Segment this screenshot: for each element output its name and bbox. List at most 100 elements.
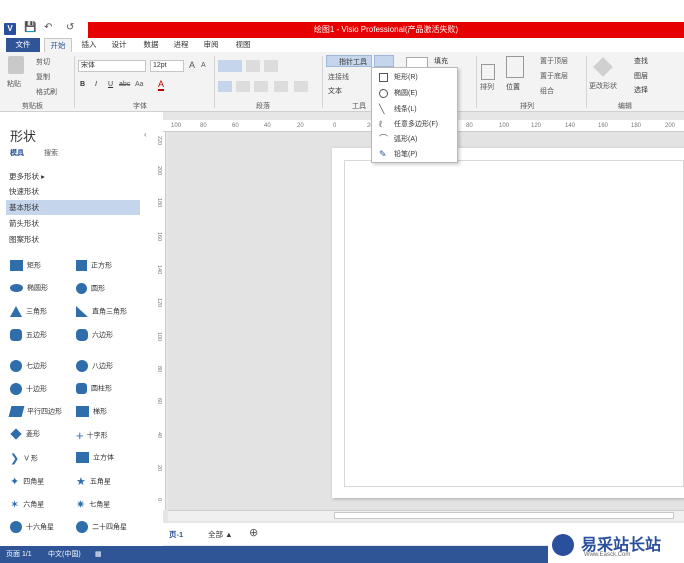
basic-shapes-item[interactable]: 基本形状	[6, 200, 140, 215]
shape-ellipse[interactable]: 椭圆形	[10, 283, 48, 293]
scrollbar-thumb[interactable]	[334, 512, 674, 519]
all-pages-label: 全部	[208, 530, 223, 539]
menu-item-arc[interactable]: ⌒ 弧形(A)	[374, 132, 457, 147]
shape-5-point-star[interactable]: ★ 五角星	[76, 475, 111, 488]
add-page-icon[interactable]: ⊕	[249, 526, 258, 539]
shape-16-point-star[interactable]: 十六角星	[10, 521, 54, 533]
align-middle-icon[interactable]	[246, 60, 260, 72]
rectangle-tool-dropdown[interactable]	[374, 55, 394, 67]
shape-parallelogram[interactable]: 平行四边形	[8, 406, 62, 417]
menu-item-pencil[interactable]: ✎ 铅笔(P)	[374, 147, 457, 162]
font-color-button[interactable]: A	[158, 79, 165, 91]
tab-design[interactable]: 设计	[106, 38, 132, 52]
connector-button[interactable]: 连接线	[328, 72, 349, 82]
change-shape-icon[interactable]	[593, 57, 613, 77]
search-tab[interactable]: 搜索	[44, 148, 58, 158]
underline-button[interactable]: U	[108, 81, 113, 88]
shape-cross[interactable]: + 十字形	[76, 428, 108, 443]
italic-button[interactable]: I	[95, 81, 97, 88]
copy-button[interactable]: 复制	[36, 72, 50, 82]
bold-button[interactable]: B	[80, 81, 85, 88]
shape-octagon[interactable]: 八边形	[76, 360, 113, 372]
send-to-back-button[interactable]: 置于底层	[540, 71, 568, 81]
font-size-field[interactable]: 12pt	[150, 60, 184, 72]
cross-icon: +	[76, 428, 84, 443]
font-name-field[interactable]: 宋体	[78, 60, 146, 72]
quick-shapes-item[interactable]: 快速形状	[6, 184, 140, 199]
undo-icon[interactable]: ↶	[44, 22, 52, 33]
cut-button[interactable]: 剪切	[36, 57, 50, 67]
select-button[interactable]: 选择	[634, 85, 648, 95]
shape-pentagon[interactable]: 五边形	[10, 329, 47, 341]
shape-rectangle[interactable]: 矩形	[10, 260, 41, 271]
shape-7-point-star[interactable]: ✷ 七角星	[76, 498, 110, 511]
shape-24-point-star[interactable]: 二十四角星	[76, 521, 127, 533]
shape-decagon[interactable]: 十边形	[10, 383, 47, 395]
group-button[interactable]: 组合	[540, 86, 554, 96]
menu-item-rectangle[interactable]: 矩形(R)	[374, 70, 457, 85]
shape-label: 圆柱形	[91, 385, 112, 393]
arrange-button[interactable]: 排列	[480, 82, 494, 92]
more-shapes-item[interactable]: 更多形状 ▸	[6, 169, 140, 184]
tab-insert[interactable]: 插入	[76, 38, 102, 52]
grow-font-button[interactable]: A	[189, 60, 195, 70]
fill-button[interactable]: 填充	[434, 56, 448, 66]
shape-trapezoid[interactable]: 梯形	[76, 406, 107, 417]
indent-icon[interactable]	[294, 81, 308, 92]
menu-item-freeform[interactable]: ℓ 任意多边形(F)	[374, 117, 457, 132]
arrange-icon[interactable]	[481, 64, 495, 80]
watermark-text-en: Www.Easck.Com	[584, 552, 631, 558]
menu-item-line[interactable]: ╲ 线条(L)	[374, 102, 457, 117]
shape-heptagon[interactable]: 七边形	[10, 360, 47, 372]
paste-icon[interactable]	[8, 56, 24, 74]
menu-label: 铅笔(P)	[394, 151, 418, 158]
page-tab-1[interactable]: 页-1	[169, 529, 183, 540]
layers-button[interactable]: 图层	[634, 71, 648, 81]
shape-diamond[interactable]: 菱形	[10, 428, 40, 440]
shape-cube[interactable]: 立方体	[76, 452, 114, 463]
shape-label: 二十四角星	[92, 523, 127, 531]
collapse-panel-icon[interactable]: ‹	[144, 130, 147, 139]
tab-file[interactable]: 文件	[6, 38, 40, 52]
shape-4-point-star[interactable]: ✦ 四角星	[10, 475, 44, 488]
align-center-icon[interactable]	[236, 81, 250, 92]
stencils-tab[interactable]: 模具	[10, 148, 24, 158]
change-shape-button[interactable]: 更改形状	[589, 81, 617, 91]
macro-record-icon[interactable]: ▦	[95, 546, 102, 563]
shape-hexagon[interactable]: 六边形	[76, 329, 113, 341]
align-left-icon[interactable]	[218, 81, 232, 92]
shape-square[interactable]: 正方形	[76, 260, 112, 271]
menu-item-ellipse[interactable]: 椭圆(E)	[374, 86, 457, 101]
paste-button[interactable]: 粘贴	[7, 79, 21, 89]
position-icon[interactable]	[506, 56, 524, 78]
pattern-shapes-item[interactable]: 图案形状	[6, 232, 140, 247]
all-pages-button[interactable]: 全部 ▲	[208, 529, 233, 540]
shape-6-point-star[interactable]: ✶ 六角星	[10, 498, 44, 511]
shape-triangle[interactable]: 三角形	[10, 306, 47, 317]
pointer-tool-button[interactable]: 指针工具	[326, 55, 372, 67]
bring-to-front-button[interactable]: 置于顶层	[540, 56, 568, 66]
text-tool-button[interactable]: 文本	[328, 86, 342, 96]
redo-icon[interactable]: ↺	[66, 22, 74, 33]
tab-data[interactable]: 数据	[138, 38, 164, 52]
tab-home[interactable]: 开始	[44, 38, 72, 52]
shrink-font-button[interactable]: A	[201, 62, 206, 69]
arrow-shapes-item[interactable]: 箭头形状	[6, 216, 140, 231]
bullets-icon[interactable]	[264, 60, 278, 72]
save-icon[interactable]: 💾	[24, 22, 36, 33]
position-button[interactable]: 位置	[506, 82, 520, 92]
tab-process[interactable]: 进程	[168, 38, 194, 52]
align-right-icon[interactable]	[254, 81, 268, 92]
shape-circle[interactable]: 圆形	[76, 283, 105, 294]
change-case-button[interactable]: Aa	[135, 81, 144, 88]
format-painter-button[interactable]: 格式刷	[36, 87, 57, 97]
find-button[interactable]: 查找	[634, 56, 648, 66]
shape-right-triangle[interactable]: 直角三角形	[76, 306, 127, 317]
strikethrough-button[interactable]: abc	[119, 81, 130, 88]
text-direction-icon[interactable]	[274, 81, 288, 92]
shape-cylinder[interactable]: 圆柱形	[76, 383, 112, 394]
tab-view[interactable]: 视图	[230, 38, 256, 52]
align-top-icon[interactable]	[218, 60, 242, 72]
shape-v[interactable]: ❯ V 形	[10, 452, 38, 465]
tab-review[interactable]: 审阅	[198, 38, 224, 52]
